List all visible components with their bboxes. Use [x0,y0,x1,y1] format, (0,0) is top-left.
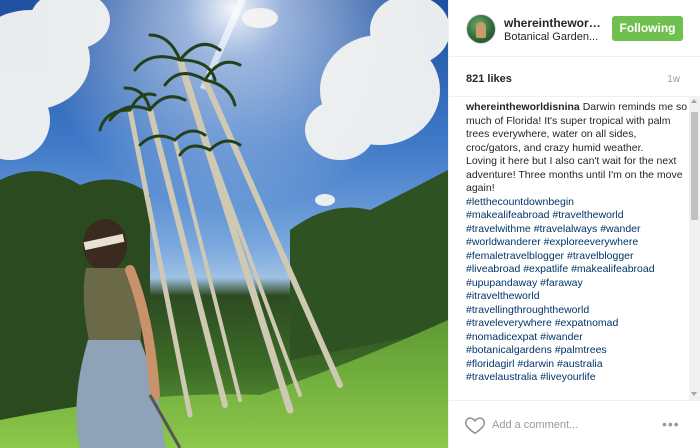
username-link[interactable]: whereintheworld... [504,16,604,30]
hashtag-line[interactable]: #upupandaway #faraway [466,277,688,291]
caption-text-2: Loving it here but I also can't wait for… [466,155,683,194]
hashtag-line[interactable]: #floridagirl #darwin #australia [466,358,688,372]
caption-scroll-area[interactable]: whereintheworldisnina Darwin reminds me … [449,96,700,400]
palm-trees-illustration [0,0,448,448]
hashtag-line[interactable]: #makealifeabroad #traveltheworld [466,209,688,223]
hashtag-line[interactable]: #travelaustralia #liveyourlife [466,371,688,385]
post-time[interactable]: 1w [667,74,680,85]
location-link[interactable]: Botanical Garden... [504,31,604,43]
hashtag-line[interactable]: #letthecountdownbegin [466,196,688,210]
hashtag-line[interactable]: #travelwithme #travelalways #wander [466,223,688,237]
post-header: whereintheworld... Botanical Garden... F… [449,0,700,57]
scroll-up-arrow-icon[interactable] [691,99,697,103]
caption-username-link[interactable]: whereintheworldisnina [466,101,580,113]
post-photo[interactable] [0,0,448,448]
likes-count[interactable]: 821 likes [466,73,512,85]
caption: whereintheworldisnina Darwin reminds me … [466,101,688,385]
following-button[interactable]: Following [612,16,683,41]
add-comment-input[interactable] [492,415,642,435]
caption-scrollbar[interactable] [689,96,700,400]
hashtag-line[interactable]: #nomadicexpat #iwander [466,331,688,345]
hashtag-line[interactable]: #worldwanderer #exploreeverywhere [466,236,688,250]
hashtag-line[interactable]: #botanicalgardens #palmtrees [466,344,688,358]
more-options-icon[interactable]: ••• [662,416,680,432]
hashtag-line[interactable]: #liveabroad #expatlife #makealifeabroad [466,263,688,277]
post-details-panel: whereintheworld... Botanical Garden... F… [448,0,700,448]
scroll-down-arrow-icon[interactable] [691,392,697,396]
caption-paragraph-1: whereintheworldisnina Darwin reminds me … [466,101,688,155]
hashtag-line[interactable]: #travellingthroughtheworld [466,304,688,318]
hashtag-line[interactable]: #traveleverywhere #expatnomad [466,317,688,331]
heart-icon[interactable] [464,414,486,436]
profile-avatar[interactable] [466,14,496,44]
scrollbar-thumb[interactable] [691,112,698,220]
hashtag-line[interactable]: #itraveltheworld [466,290,688,304]
hashtag-line[interactable]: #femaletravelblogger #travelblogger [466,250,688,264]
comment-bar: ••• [449,400,700,448]
